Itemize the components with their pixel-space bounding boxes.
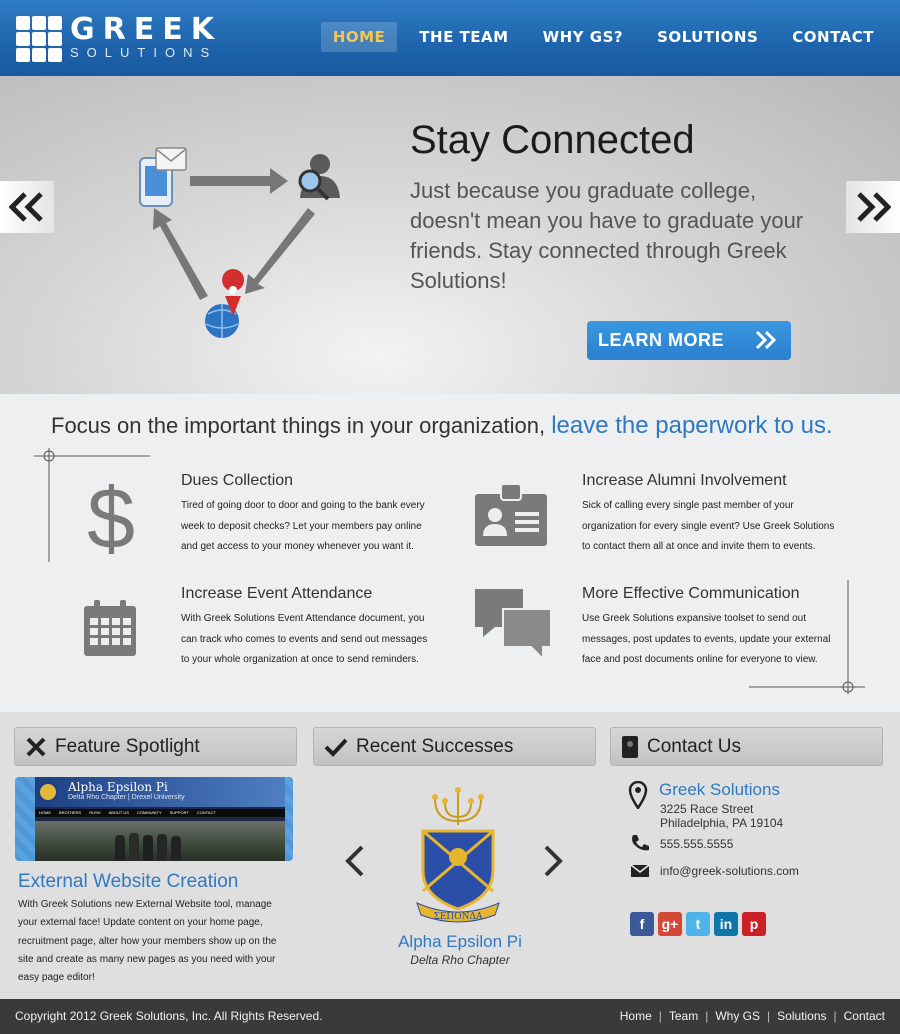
hero-text: Just because you graduate college, doesn… xyxy=(410,178,804,293)
group-photo xyxy=(35,821,285,861)
nav-home[interactable]: HOME xyxy=(320,22,398,52)
feature-text: Sick of calling every single past member… xyxy=(582,500,835,552)
globe-pin-icon xyxy=(205,269,245,338)
pinterest-icon[interactable]: p xyxy=(742,912,766,936)
svg-text:$: $ xyxy=(87,474,135,560)
calendar-icon xyxy=(84,600,136,656)
chat-bubbles-icon xyxy=(475,589,551,662)
footer-link-home[interactable]: Home xyxy=(620,1009,652,1023)
success-name[interactable]: Alpha Epsilon Pi xyxy=(390,932,530,952)
arrow-down-left-shape xyxy=(245,208,315,294)
feature-title: More Effective Communication xyxy=(582,585,800,602)
nav-solutions[interactable]: SOLUTIONS xyxy=(645,22,770,52)
address-book-icon xyxy=(622,735,638,758)
crest-icon xyxy=(38,782,58,802)
double-chevron-left-icon xyxy=(9,192,43,222)
thumb-subtitle: Delta Rho Chapter | Drexel University xyxy=(68,794,185,801)
feature-title: Dues Collection xyxy=(181,472,294,489)
contact-street: 3225 Race Street xyxy=(660,802,754,816)
footer-link-solutions[interactable]: Solutions xyxy=(777,1009,826,1023)
double-chevron-right-icon xyxy=(755,330,777,350)
panel-heading: Feature Spotlight xyxy=(55,735,200,757)
phone-mail-icon xyxy=(139,147,187,207)
feature-title: Increase Event Attendance xyxy=(181,585,373,602)
logo[interactable]: GREEK SOLUTIONS xyxy=(16,12,222,62)
checkmark-icon xyxy=(324,738,348,757)
slider-next-button[interactable] xyxy=(846,181,900,233)
slider-prev-button[interactable] xyxy=(0,181,54,233)
dollar-icon: $ xyxy=(87,474,135,560)
chevron-left-icon[interactable] xyxy=(342,845,368,877)
panel-heading: Contact Us xyxy=(647,735,741,757)
learn-more-button[interactable]: LEARN MORE xyxy=(587,321,791,360)
feature-spotlight-header: Feature Spotlight xyxy=(14,727,297,766)
focus-lead: Focus on the important things in your or… xyxy=(51,413,546,438)
nav-why-gs[interactable]: WHY GS? xyxy=(531,22,636,52)
id-badge-icon xyxy=(475,483,547,546)
facebook-icon[interactable]: f xyxy=(630,912,654,936)
arrow-up-left-shape xyxy=(153,208,208,300)
envelope-icon xyxy=(630,864,650,877)
footer-links: Home | Team | Why GS | Solutions | Contact xyxy=(619,1009,885,1023)
contact-email[interactable]: info@greek-solutions.com xyxy=(660,864,799,878)
tools-cross-icon xyxy=(26,737,46,756)
footer-link-why-gs[interactable]: Why GS xyxy=(715,1009,760,1023)
nav-the-team[interactable]: THE TEAM xyxy=(407,22,520,52)
contact-company-name: Greek Solutions xyxy=(659,780,780,799)
google-plus-icon[interactable]: g+ xyxy=(658,912,682,936)
copyright-text: Copyright 2012 Greek Solutions, Inc. All… xyxy=(15,1009,323,1023)
thumb-nav: HOME BROTHERS RUSH ABOUT US COMMUNITY SUPPORT… xyxy=(35,809,285,817)
learn-more-label: LEARN MORE xyxy=(598,330,724,350)
hero-slider: Stay Connected Just because you graduate… xyxy=(0,76,900,394)
feature-text: Tired of going door to door and going to… xyxy=(181,500,425,552)
recent-successes-header: Recent Successes xyxy=(313,727,596,766)
map-pin-icon xyxy=(628,781,648,809)
external-website-text: With Greek Solutions new External Websit… xyxy=(18,899,277,984)
fraternity-crest-image: ΣΕΠΟΝΔΑ xyxy=(416,787,500,923)
twitter-icon[interactable]: t xyxy=(686,912,710,936)
feature-communication: More Effective Communication Use Greek S… xyxy=(582,585,837,671)
success-subtitle: Delta Rho Chapter xyxy=(410,953,510,967)
contact-phone[interactable]: 555.555.5555 xyxy=(660,837,733,851)
logo-name-top: GREEK xyxy=(70,12,222,47)
external-website-thumbnail[interactable]: Alpha Epsilon Pi Delta Rho Chapter | Dre… xyxy=(15,777,293,861)
thumb-title: Alpha Epsilon Pi xyxy=(68,780,168,794)
nav-contact[interactable]: CONTACT xyxy=(780,22,886,52)
phone-icon xyxy=(632,835,649,851)
main-nav: HOME THE TEAM WHY GS? SOLUTIONS CONTACT xyxy=(311,22,886,52)
focus-tagline: Focus on the important things in your or… xyxy=(51,412,833,440)
chevron-right-icon[interactable] xyxy=(540,845,566,877)
feature-event-attendance: Increase Event Attendance With Greek Sol… xyxy=(181,585,436,671)
external-website-title[interactable]: External Website Creation xyxy=(18,871,238,893)
linkedin-icon[interactable]: in xyxy=(714,912,738,936)
person-search-icon xyxy=(298,154,340,201)
arrow-right-shape xyxy=(190,168,288,194)
connection-cycle-graphic xyxy=(139,147,340,338)
contact-us-header: Contact Us xyxy=(610,727,883,766)
focus-accent: leave the paperwork to us. xyxy=(551,412,833,439)
feature-title: Increase Alumni Involvement xyxy=(582,472,787,489)
contact-city: Philadelphia, PA 19104 xyxy=(660,816,784,830)
hero-title: Stay Connected xyxy=(410,118,695,162)
footer-link-contact[interactable]: Contact xyxy=(844,1009,885,1023)
svg-text:ΣΕΠΟΝΔΑ: ΣΕΠΟΝΔΑ xyxy=(433,912,483,922)
feature-alumni: Increase Alumni Involvement Sick of call… xyxy=(582,472,837,558)
feature-text: Use Greek Solutions expansive toolset to… xyxy=(582,613,831,665)
site-footer: Copyright 2012 Greek Solutions, Inc. All… xyxy=(0,999,900,1034)
logo-grid-icon xyxy=(16,16,62,62)
feature-dues: Dues Collection Tired of going door to d… xyxy=(181,472,436,558)
panel-heading: Recent Successes xyxy=(356,735,514,757)
site-header: GREEK SOLUTIONS HOME THE TEAM WHY GS? SO… xyxy=(0,0,900,76)
footer-link-team[interactable]: Team xyxy=(669,1009,698,1023)
feature-text: With Greek Solutions Event Attendance do… xyxy=(181,613,428,665)
double-chevron-right-icon xyxy=(857,192,891,222)
logo-name-bottom: SOLUTIONS xyxy=(70,45,218,60)
